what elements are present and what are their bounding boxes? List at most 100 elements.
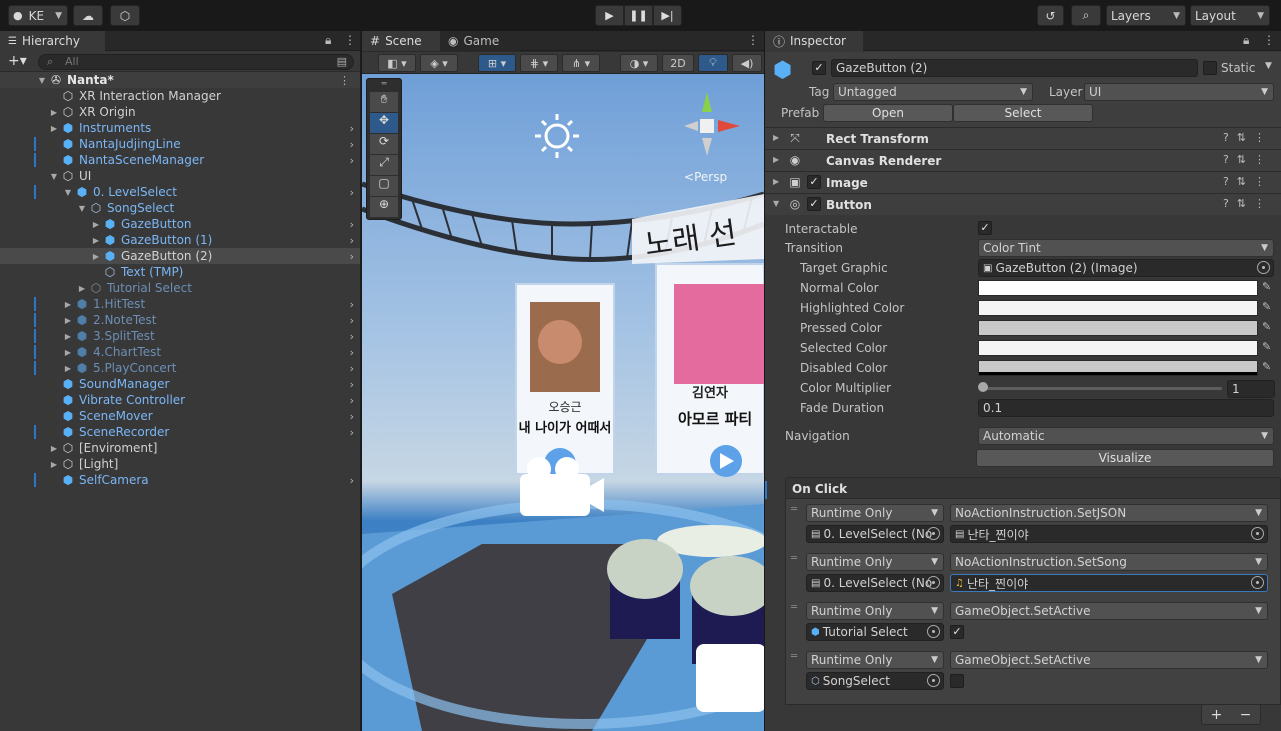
layout-dropdown[interactable]: Layout ▼: [1190, 5, 1270, 26]
layers-dropdown[interactable]: Layers ▼: [1106, 5, 1186, 26]
tab-inspector[interactable]: ⓘ Inspector: [765, 31, 863, 51]
chevron-right-icon[interactable]: ▶: [773, 177, 779, 186]
scale-tool-button[interactable]: ⤢: [370, 155, 398, 175]
object-picker-icon[interactable]: [1251, 527, 1264, 540]
account-dropdown[interactable]: ● KE ▼: [8, 5, 68, 26]
increment-snap[interactable]: ⋔ ▾: [562, 54, 600, 72]
collab-button[interactable]: ⬡: [110, 5, 140, 26]
eyedropper-icon[interactable]: ✎: [1262, 360, 1276, 374]
eyedropper-icon[interactable]: ✎: [1262, 340, 1276, 354]
normal-color-swatch[interactable]: [978, 280, 1258, 296]
add-object-button[interactable]: +▾: [8, 53, 27, 69]
kebab-menu-icon[interactable]: ⋮: [747, 33, 759, 47]
event-target-field[interactable]: ⬢ Tutorial Select: [806, 623, 944, 641]
target-graphic-field[interactable]: ▣ GazeButton (2) (Image): [978, 259, 1274, 277]
component-actions[interactable]: ?⇅⋮: [1223, 175, 1273, 188]
tree-item-note-test[interactable]: ▶ ⬢ 2.NoteTest ›: [0, 312, 360, 328]
active-checkbox[interactable]: ✓: [812, 61, 826, 75]
component-canvas-renderer[interactable]: ▶ ◉ Canvas Renderer ?⇅⋮: [765, 149, 1281, 171]
expand-arrow-icon[interactable]: ▶: [63, 316, 73, 325]
drag-handle-icon[interactable]: ═: [791, 505, 803, 515]
drag-handle-icon[interactable]: ═: [791, 652, 803, 662]
chevron-right-icon[interactable]: ›: [350, 346, 354, 359]
function-dropdown[interactable]: GameObject.SetActive ▼: [950, 602, 1268, 620]
fade-duration-field[interactable]: 0.1: [978, 399, 1274, 417]
expand-arrow-icon[interactable]: ▶: [63, 364, 73, 373]
tree-item-nanta-scene-manager[interactable]: ⬢ NantaSceneManager ›: [0, 152, 360, 168]
navigation-dropdown[interactable]: Automatic ▼: [978, 427, 1274, 445]
object-picker-icon[interactable]: [927, 674, 940, 687]
expand-arrow-icon[interactable]: ▶: [49, 108, 59, 117]
tree-item-xr-interaction-manager[interactable]: ⬡ XR Interaction Manager: [0, 88, 360, 104]
object-name-field[interactable]: GazeButton (2): [831, 59, 1198, 77]
eyedropper-icon[interactable]: ✎: [1262, 300, 1276, 314]
rotate-tool-button[interactable]: ⟳: [370, 134, 398, 154]
function-dropdown[interactable]: NoActionInstruction.SetJSON ▼: [950, 504, 1268, 522]
expand-arrow-icon[interactable]: ▼: [49, 172, 59, 181]
visualize-button[interactable]: Visualize: [976, 449, 1274, 467]
tab-hierarchy[interactable]: ☰ Hierarchy: [0, 31, 105, 51]
event-target-field[interactable]: ⬡ SongSelect: [806, 672, 944, 690]
tree-item-play-concert[interactable]: ▶ ⬢ 5.PlayConcert ›: [0, 360, 360, 376]
expand-arrow-icon[interactable]: ▶: [49, 124, 59, 133]
object-picker-icon[interactable]: [927, 576, 940, 589]
component-rect-transform[interactable]: ▶ ⤧ Rect Transform ?⇅⋮: [765, 127, 1281, 149]
expand-arrow-icon[interactable]: ▶: [91, 220, 101, 229]
expand-arrow-icon[interactable]: ▶: [91, 252, 101, 261]
play-button[interactable]: ▶: [595, 5, 624, 26]
object-picker-icon[interactable]: [1257, 261, 1270, 274]
interactable-checkbox[interactable]: ✓: [978, 221, 992, 235]
rect-tool-button[interactable]: ▢: [370, 176, 398, 196]
tree-item-vibrate-controller[interactable]: ⬢ Vibrate Controller ›: [0, 392, 360, 408]
event-argument-field[interactable]: ▤ 난타_찐이야: [950, 525, 1268, 543]
search-button[interactable]: ⌕: [1071, 5, 1101, 26]
static-dropdown-arrow[interactable]: ▼: [1265, 61, 1272, 71]
selected-color-swatch[interactable]: [978, 340, 1258, 356]
pause-button[interactable]: ❚❚: [624, 5, 653, 26]
tree-item-scene-mover[interactable]: ⬢ SceneMover ›: [0, 408, 360, 424]
chevron-right-icon[interactable]: ›: [350, 394, 354, 407]
chevron-right-icon[interactable]: ›: [350, 426, 354, 439]
expand-arrow-icon[interactable]: ▶: [63, 332, 73, 341]
kebab-menu-icon[interactable]: ⋮: [1263, 33, 1275, 47]
event-target-field[interactable]: ▤ 0. LevelSelect (No: [806, 525, 944, 543]
tree-item-instruments[interactable]: ▶ ⬢ Instruments ›: [0, 120, 360, 136]
expand-arrow-icon[interactable]: ▼: [37, 76, 47, 85]
tab-game[interactable]: ◉ Game: [440, 31, 520, 51]
tree-item-nanta-judjing-line[interactable]: ⬢ NantaJudjingLine ›: [0, 136, 360, 152]
2d-toggle[interactable]: 2D: [662, 54, 694, 72]
transition-dropdown[interactable]: Color Tint ▼: [978, 239, 1274, 257]
tree-item-gaze-button-2[interactable]: ▶ ⬢ GazeButton (2) ›: [0, 248, 360, 264]
add-event-button[interactable]: +: [1211, 707, 1223, 723]
object-picker-icon[interactable]: [1251, 576, 1264, 589]
color-multiplier-field[interactable]: 1: [1227, 380, 1275, 398]
history-button[interactable]: ↺: [1037, 5, 1064, 26]
expand-arrow-icon[interactable]: ▼: [63, 188, 73, 197]
tree-item-ui[interactable]: ▼ ⬡ UI: [0, 168, 360, 184]
chevron-right-icon[interactable]: ›: [350, 362, 354, 375]
expand-arrow-icon[interactable]: ▶: [77, 284, 87, 293]
persp-label[interactable]: <Persp: [684, 170, 727, 184]
highlighted-color-swatch[interactable]: [978, 300, 1258, 316]
grid-snap-dropdown[interactable]: ⊞ ▾: [478, 54, 516, 72]
lock-icon[interactable]: 🔒︎: [1243, 33, 1249, 48]
eyedropper-icon[interactable]: ✎: [1262, 320, 1276, 334]
chevron-right-icon[interactable]: ›: [350, 314, 354, 327]
kebab-menu-icon[interactable]: ⋮: [344, 33, 356, 47]
lock-icon[interactable]: 🔒︎: [325, 33, 331, 48]
chevron-down-icon[interactable]: ▼: [773, 199, 779, 208]
shading-dropdown[interactable]: ◑ ▾: [620, 54, 658, 72]
chevron-right-icon[interactable]: ›: [350, 218, 354, 231]
transform-tool-button[interactable]: ⊕: [370, 197, 398, 217]
kebab-menu-icon[interactable]: ⋮: [339, 74, 350, 87]
tag-dropdown[interactable]: Untagged ▼: [833, 83, 1033, 101]
component-actions[interactable]: ?⇅⋮: [1223, 153, 1273, 166]
tree-item-song-select[interactable]: ▼ ⬡ SongSelect: [0, 200, 360, 216]
object-picker-icon[interactable]: [927, 625, 940, 638]
chevron-right-icon[interactable]: ›: [350, 378, 354, 391]
hierarchy-search-input[interactable]: ⌕ All ▤: [38, 54, 354, 70]
chevron-right-icon[interactable]: ›: [350, 122, 354, 135]
expand-arrow-icon[interactable]: ▶: [63, 348, 73, 357]
component-actions[interactable]: ?⇅⋮: [1223, 197, 1273, 210]
expand-arrow-icon[interactable]: ▶: [91, 236, 101, 245]
